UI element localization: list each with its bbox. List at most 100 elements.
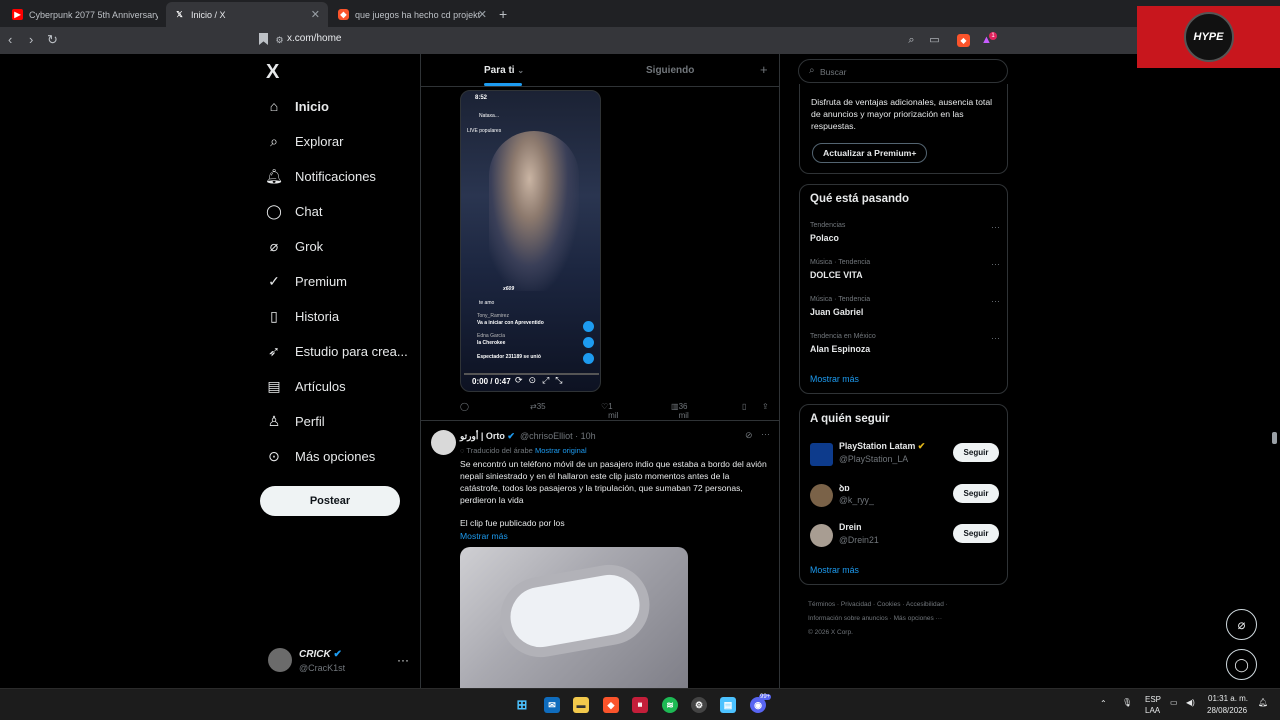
reload-icon[interactable]: ↻ [47, 32, 58, 48]
trend-item[interactable]: Tendencias Polaco ··· [810, 222, 1000, 250]
nav-premium[interactable]: ✓ Premium [266, 267, 347, 295]
tweet-video[interactable]: 8:52 Nataxa... LIVE populares x609 te am… [460, 90, 601, 392]
follow-suggestion[interactable]: ꝺɒ @k_ryy_ Seguir [810, 482, 1000, 512]
trend-category: Tendencias [810, 222, 846, 229]
follow-button[interactable]: Seguir [953, 484, 999, 503]
messages-float-icon[interactable]: ◯ [1226, 649, 1257, 680]
address-bar[interactable]: x.com/home [287, 33, 341, 44]
cast-icon[interactable]: ▭ [928, 34, 941, 47]
like-button[interactable]: ♡ 1 mil [601, 402, 618, 420]
avatar[interactable] [431, 430, 456, 455]
follow-button[interactable]: Seguir [953, 443, 999, 462]
chevron-down-icon: ⌄ [517, 66, 525, 75]
share-icon[interactable]: ⇪ [762, 402, 769, 411]
post-button[interactable]: Postear [260, 486, 400, 516]
tweet-author-name[interactable]: أورتو | Orto ✔ [460, 431, 515, 442]
follow-suggestion[interactable]: Drein @Drein21 Seguir [810, 522, 1000, 552]
more-icon[interactable]: ··· [991, 296, 1000, 306]
nav-more-options[interactable]: ⊙ Más opciones [266, 442, 375, 470]
volume-icon[interactable]: ◀) [1186, 698, 1195, 707]
trend-item[interactable]: Música · Tendencia DOLCE VITA ··· [810, 259, 1000, 287]
globe-icon: ◌ [460, 446, 465, 455]
follow-button[interactable]: Seguir [953, 524, 999, 543]
video-reaction-icon [583, 321, 594, 332]
x-logo[interactable]: X [266, 61, 279, 84]
brave-shields-icon[interactable]: ◆ [957, 34, 970, 47]
network-icon[interactable]: ▭ [1170, 698, 1178, 707]
nav-notifications[interactable]: 🔔︎ Notificaciones [265, 162, 376, 190]
footer-line[interactable]: Términos · Privacidad · Cookies · Accesi… [808, 598, 1008, 612]
spotify-icon[interactable]: ≋ [662, 697, 678, 713]
language-layout[interactable]: LAA [1145, 706, 1160, 715]
views-button[interactable]: ▥ 36 mil [671, 402, 689, 420]
grok-float-icon[interactable]: ⌀ [1226, 609, 1257, 640]
follow-suggestion[interactable]: PlayStation Latam ✔ @PlayStation_LA Segu… [810, 441, 1000, 471]
tab-following[interactable]: Siguiendo [646, 65, 694, 76]
more-icon[interactable]: ··· [991, 259, 1000, 269]
site-settings-icon[interactable]: ⚙ [273, 34, 286, 47]
microphone-icon[interactable]: 🎙︎ [1122, 698, 1132, 707]
nav-explore[interactable]: ⌕ Explorar [266, 127, 343, 155]
tweet-video[interactable] [460, 547, 688, 688]
follow-show-more[interactable]: Mostrar más [810, 565, 859, 575]
retweet-button[interactable]: ⇄ 35 [530, 402, 546, 411]
clock-date[interactable]: 28/08/2026 [1207, 706, 1247, 715]
video-comment: la Cherokee [477, 340, 506, 346]
close-tab-icon[interactable]: ✕ [478, 8, 487, 21]
rewards-badge: 1 [989, 32, 997, 40]
search-input[interactable]: ⌕ Buscar [798, 59, 1008, 83]
video-clock: 8:52 [475, 95, 488, 101]
nav-grok[interactable]: ⌀ Grok [266, 232, 323, 260]
show-more-link[interactable]: Mostrar más [460, 531, 508, 541]
forward-icon[interactable]: › [29, 32, 33, 47]
clock-time[interactable]: 01:31 a. m. [1208, 694, 1248, 703]
nav-home[interactable]: ⌂ Inicio [266, 92, 329, 120]
brave-icon[interactable]: ◆ [603, 697, 619, 713]
tray-expand-icon[interactable]: ⌃ [1100, 699, 1107, 708]
app-icon[interactable]: ▦ [632, 697, 648, 713]
reply-icon[interactable]: ◯ [460, 402, 469, 411]
notifications-icon[interactable]: 🔔︎ [1258, 698, 1268, 707]
nav-label: Chat [295, 203, 323, 219]
show-original-link[interactable]: Mostrar original [535, 446, 587, 455]
trends-show-more[interactable]: Mostrar más [810, 374, 859, 384]
browser-tab-inicio-x[interactable]: 𝕏 Inicio / X ✕ [166, 2, 328, 27]
back-icon[interactable]: ‹ [8, 32, 12, 47]
more-icon[interactable]: ··· [397, 653, 409, 667]
more-icon[interactable]: ··· [991, 333, 1000, 343]
bookmark-icon[interactable]: ▯ [742, 402, 746, 411]
notepad-icon[interactable]: ▤ [720, 697, 736, 713]
new-tab-button[interactable]: + [499, 6, 507, 22]
upgrade-premium-button[interactable]: Actualizar a Premium+ [812, 143, 928, 163]
footer-line[interactable]: Información sobre anuncios · Más opcione… [808, 612, 1008, 626]
nav-history[interactable]: ▯ Historia [266, 302, 339, 330]
folder-icon[interactable]: ▬ [573, 697, 589, 713]
language-indicator[interactable]: ESP [1145, 695, 1161, 704]
add-tab-icon[interactable]: + [760, 62, 768, 77]
more-icon[interactable]: ··· [761, 429, 770, 439]
tweet-author-handle[interactable]: @chrisoElliot · 10h [520, 431, 596, 441]
scrollbar[interactable] [1272, 432, 1277, 444]
outlook-icon[interactable]: ✉ [544, 697, 560, 713]
nav-profile[interactable]: ♙ Perfil [266, 407, 325, 435]
x-logo-icon: 𝕏 [176, 10, 183, 19]
account-switcher[interactable]: CRICK ✔ @CracK1st ··· [268, 647, 413, 675]
windows-start-icon[interactable]: ⊞ [514, 697, 530, 713]
grok-icon[interactable]: ⊘ [745, 430, 753, 441]
tweet[interactable]: أورتو | Orto ✔ @chrisoElliot · 10h ⊘ ···… [421, 420, 779, 688]
steam-icon[interactable]: ⚙ [691, 697, 707, 713]
bookmark-page-icon[interactable] [259, 33, 268, 45]
nav-creator-studio[interactable]: ➶ Estudio para crea... [266, 337, 408, 365]
trend-item[interactable]: Tendencia en México Alan Espinoza ··· [810, 333, 1000, 361]
zoom-icon[interactable]: ⌕ [905, 34, 918, 47]
nav-chat[interactable]: ◯ Chat [266, 197, 322, 225]
browser-tab-cyberpunk[interactable]: ▶ Cyberpunk 2077 5th Anniversary Trai [4, 2, 166, 27]
more-icon[interactable]: ··· [991, 222, 1000, 232]
trend-item[interactable]: Música · Tendencia Juan Gabriel ··· [810, 296, 1000, 324]
video-controls-icons[interactable]: ⟳⊙⤢⤡ [515, 375, 568, 386]
active-tab-indicator [484, 83, 522, 86]
tab-for-you[interactable]: Para ti ⌄ [484, 65, 524, 76]
close-tab-icon[interactable]: ✕ [311, 8, 320, 21]
browser-tab-search[interactable]: ◆ que juegos ha hecho cd projekt - Bra ✕ [330, 2, 495, 27]
nav-articles[interactable]: ▤ Artículos [266, 372, 345, 400]
